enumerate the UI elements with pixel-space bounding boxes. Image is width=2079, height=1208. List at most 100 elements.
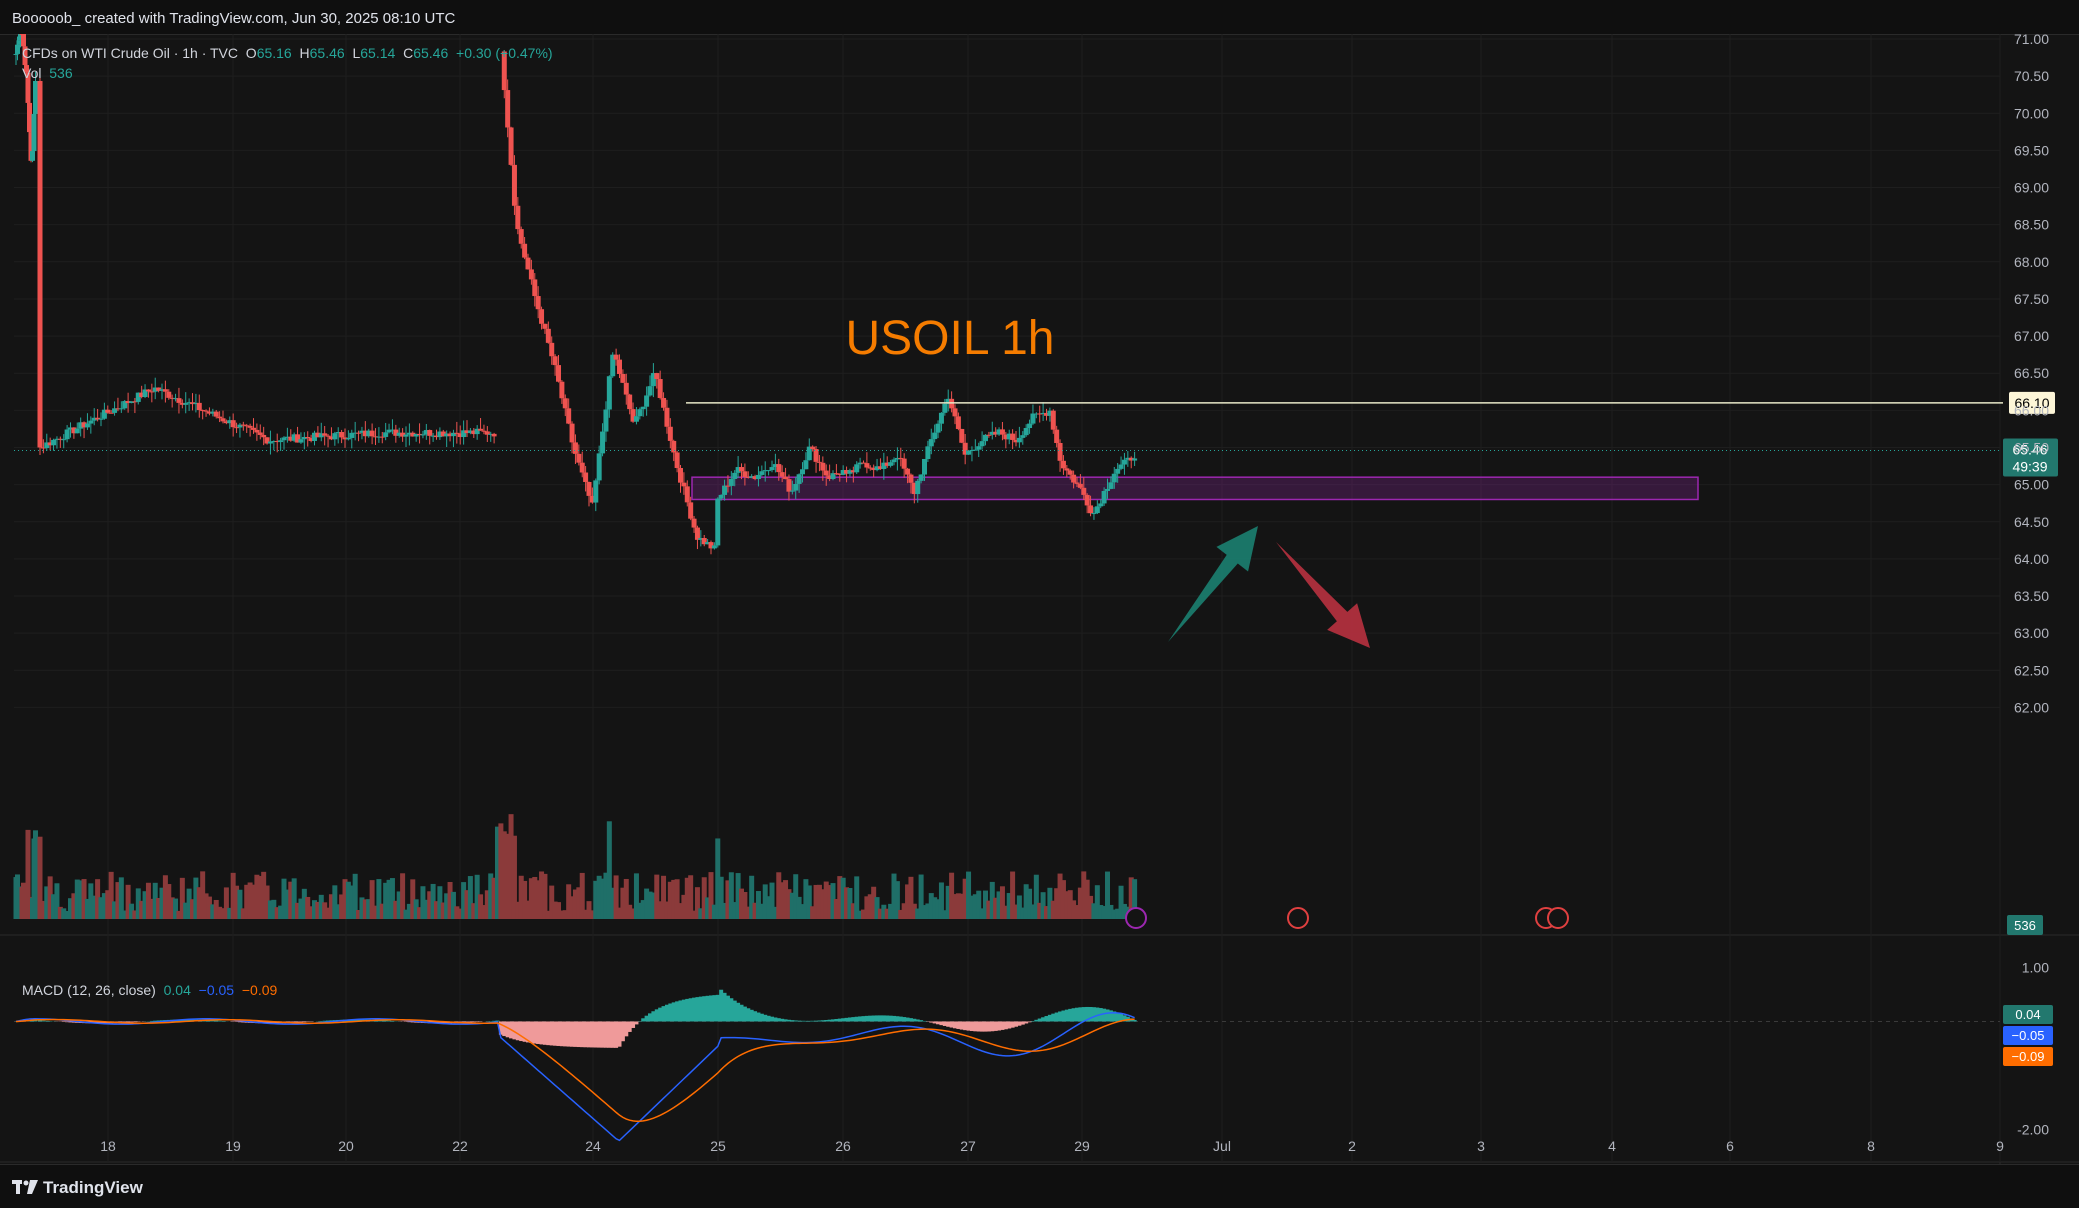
symbol-name: CFDs on WTI Crude Oil · 1h · TVC <box>22 45 238 61</box>
candle-body <box>976 446 981 449</box>
high-label: H <box>300 45 310 61</box>
candle-body <box>637 409 642 416</box>
candle-body <box>634 416 639 422</box>
candle-body <box>305 437 310 438</box>
candle-body <box>759 471 764 475</box>
price-tick-label: 70.50 <box>2014 68 2049 84</box>
candle-body <box>420 434 425 435</box>
candle-body <box>217 417 222 419</box>
candle-body <box>783 477 788 479</box>
candle-body <box>817 462 822 463</box>
candle-body <box>942 404 947 413</box>
candle-body <box>617 360 622 374</box>
candle-body <box>1058 443 1063 461</box>
price-axis: 71.0070.5070.0069.5069.0068.5068.0067.50… <box>2014 34 2049 715</box>
candle-body <box>529 269 534 279</box>
candle-body <box>939 413 944 424</box>
price-tick-label: 62.50 <box>2014 662 2049 678</box>
candle-body <box>1064 468 1069 470</box>
candle-body <box>556 365 561 382</box>
candle-body <box>478 429 483 431</box>
price-tick-label: 63.50 <box>2014 588 2049 604</box>
candle-body <box>780 472 785 477</box>
candle-body <box>563 398 568 408</box>
candle-body <box>800 469 805 474</box>
price-tick-label: 66.00 <box>2014 402 2049 418</box>
macd-legend[interactable]: MACD (12, 26, close) 0.04 −0.05 −0.09 <box>22 982 277 998</box>
candle-body <box>539 309 544 324</box>
macd-value-label: −0.09 <box>2012 1049 2045 1064</box>
price-tick-label: 63.00 <box>2014 625 2049 641</box>
macd-label: MACD (12, 26, close) <box>22 982 156 998</box>
candle-body <box>892 459 897 462</box>
candle-body <box>119 408 124 409</box>
candle-body <box>109 413 114 414</box>
open-value: 65.16 <box>257 45 292 61</box>
us-flag-icon <box>1288 908 1308 928</box>
chart-annotation-title[interactable]: USOIL 1h <box>846 312 1055 365</box>
candle-body <box>583 473 588 482</box>
candle-body <box>641 407 646 409</box>
price-tick-label: 70.00 <box>2014 105 2049 121</box>
candle-body <box>614 355 619 360</box>
symbol-legend[interactable]: CFDs on WTI Crude Oil · 1h · TVC O65.16 … <box>22 45 553 61</box>
candle-body <box>1105 489 1110 491</box>
candle-body <box>797 474 802 484</box>
candle-body <box>339 432 344 437</box>
candle-body <box>658 379 663 398</box>
candle-body <box>32 114 37 151</box>
candle-body <box>908 475 913 483</box>
time-tick-label: 20 <box>338 1138 354 1154</box>
candle-body <box>231 420 236 427</box>
candle-body <box>664 408 669 427</box>
candle-body <box>519 229 524 244</box>
candle-body <box>953 408 958 416</box>
candle-body <box>973 450 978 451</box>
candle-body <box>712 545 717 548</box>
candle-body <box>1102 491 1107 503</box>
candle-body <box>888 462 893 466</box>
candle-body <box>258 432 263 434</box>
low-value: 65.14 <box>360 45 395 61</box>
support-zone <box>692 477 1698 499</box>
volume-tag-label: 536 <box>2014 918 2036 933</box>
macd-line-value: −0.05 <box>199 982 234 998</box>
candle-body <box>88 421 93 424</box>
macd-value-label: −0.05 <box>2012 1028 2045 1043</box>
candle-body <box>383 432 388 437</box>
candle-body <box>685 486 690 502</box>
candle-body <box>820 463 825 471</box>
time-tick-label: 27 <box>960 1138 976 1154</box>
candle-body <box>959 429 964 443</box>
macd-hist-value: 0.04 <box>164 982 191 998</box>
price-tick-label: 65.00 <box>2014 477 2049 493</box>
candle-body <box>681 483 686 487</box>
tradingview-logo[interactable]: TradingView <box>12 1178 143 1198</box>
candle-body <box>204 411 209 412</box>
candle-body <box>915 481 920 494</box>
price-chart[interactable]: 66.1065.4649:39536 1.00-2.000.04−0.05−0.… <box>0 34 2079 1164</box>
candle-body <box>51 440 56 445</box>
candle-body <box>1085 495 1090 506</box>
candle-body <box>492 434 497 437</box>
price-tick-label: 68.00 <box>2014 254 2049 270</box>
candle-body <box>1027 424 1032 428</box>
time-tick-label: Jul <box>1213 1138 1231 1154</box>
candle-body <box>532 279 537 296</box>
price-tick-label: 67.00 <box>2014 328 2049 344</box>
candle-body <box>505 90 510 127</box>
candle-body <box>932 433 937 439</box>
volume-legend[interactable]: Vol 536 <box>22 65 73 81</box>
candle-body <box>542 324 547 329</box>
candle-body <box>1075 483 1080 484</box>
candle-body <box>593 480 598 502</box>
candle-body <box>1061 461 1066 469</box>
candle-body <box>1132 458 1137 460</box>
candle-body <box>580 463 585 473</box>
candle-body <box>573 442 578 453</box>
candle-body <box>922 459 927 475</box>
header-caption: Booooob_ created with TradingView.com, J… <box>12 10 455 27</box>
candle-body <box>739 467 744 471</box>
candle-body <box>597 453 602 480</box>
footer-bar: TradingView <box>0 1164 2079 1208</box>
